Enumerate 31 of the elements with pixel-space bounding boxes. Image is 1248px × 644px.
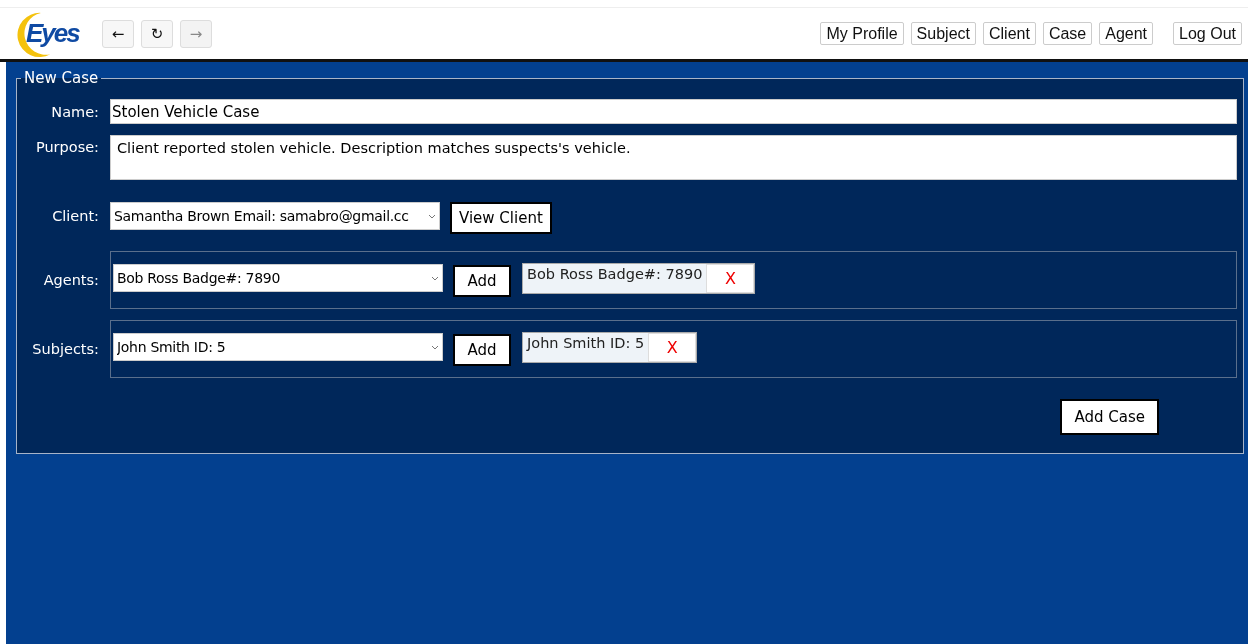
panel-title: New Case	[23, 69, 100, 87]
remove-button[interactable]: X	[648, 332, 697, 362]
view-client-button[interactable]: View Client	[450, 202, 552, 234]
back-button[interactable]: ←	[102, 19, 134, 48]
dropdown[interactable]: John Smith ID: 5	[113, 333, 443, 361]
item-label: Bob Ross Badge#: 7890	[526, 264, 704, 284]
nav-button[interactable]: Subject	[910, 22, 976, 45]
nav-button[interactable]: Case	[1042, 22, 1093, 45]
item-label: John Smith ID: 5	[525, 333, 646, 353]
reload-button[interactable]: ↻	[141, 19, 173, 48]
nav-button[interactable]: Agent	[1099, 22, 1154, 45]
dropdown[interactable]: Bob Ross Badge#: 7890	[113, 264, 443, 292]
name-field[interactable]: Stolen Vehicle Case	[110, 99, 1237, 124]
nav-button[interactable]: My Profile	[820, 22, 904, 45]
remove-button[interactable]: X	[706, 263, 755, 293]
chevron-icon	[428, 213, 436, 219]
add-case-button[interactable]: Add Case	[1060, 399, 1159, 435]
add-button[interactable]: Add	[453, 334, 511, 366]
field-label: Purpose:	[34, 139, 99, 155]
purpose-field[interactable]: Client reported stolen vehicle. Description matches suspects's vehicle.	[110, 135, 1237, 180]
field-label: Name:	[50, 103, 99, 120]
add-button[interactable]: Add	[453, 265, 511, 297]
nav-button[interactable]: Client	[983, 22, 1036, 45]
field-label: Subjects:	[31, 341, 99, 357]
logo: Eyes	[10, 8, 88, 59]
field-label: Client:	[51, 208, 99, 224]
chevron-icon	[431, 275, 439, 281]
chevron-icon	[431, 344, 439, 350]
client-dropdown[interactable]: Samantha Brown Email: samabro@gmail.cc	[110, 202, 440, 230]
logout-button[interactable]: Log Out	[1173, 22, 1242, 45]
field-label: Agents:	[42, 272, 99, 288]
